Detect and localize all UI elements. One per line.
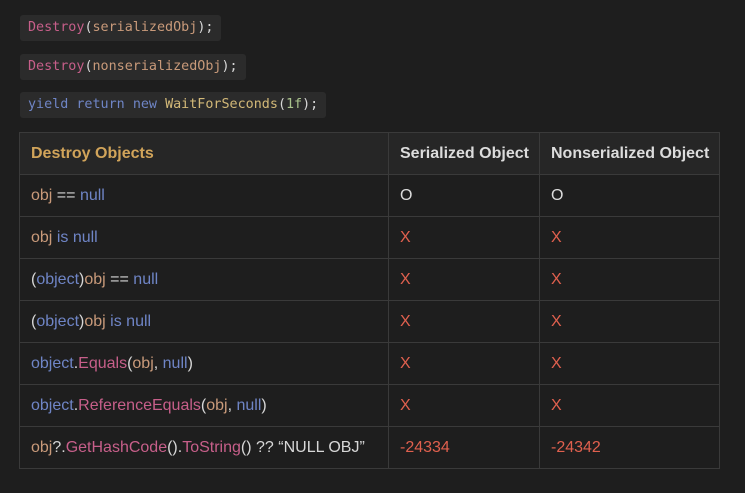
destroy-objects-table: Destroy Objects Serialized Object Nonser… <box>19 132 720 469</box>
header-destroy-objects: Destroy Objects <box>19 132 389 175</box>
serialized-result-cell: X <box>388 342 540 385</box>
expression-token: object <box>36 270 80 288</box>
expression-cell: object.ReferenceEquals(obj, null) <box>19 384 389 427</box>
nonserialized-result-cell: X <box>539 384 720 427</box>
table-body: obj == null O Oobj is null X X (object)obj ==… <box>19 174 720 469</box>
expression-token: , <box>153 354 163 372</box>
code-keyword-return: return <box>76 97 125 112</box>
expression-token: ToString <box>182 438 241 456</box>
nonserialized-result-cell: X <box>539 342 720 385</box>
code-paren-close: ); <box>197 20 214 35</box>
nonserialized-result-cell: X <box>539 258 720 301</box>
code-class-name: WaitForSeconds <box>165 97 278 112</box>
nonserialized-result-cell: X <box>539 300 720 343</box>
expression-token: object <box>31 354 74 372</box>
expression-token: is null <box>56 228 98 246</box>
expression-token: obj <box>84 312 106 330</box>
code-number: 1f <box>286 97 303 112</box>
expression-token: object <box>31 396 74 414</box>
serialized-result-cell: -24334 <box>388 426 540 469</box>
code-keyword-new: new <box>132 97 157 112</box>
serialized-result-cell: O <box>388 174 540 217</box>
expression-token: obj <box>31 438 53 456</box>
code-paren-open: ( <box>84 20 93 35</box>
serialized-result-cell: X <box>388 384 540 427</box>
code-line-yield-wait: yield return new WaitForSeconds(1f); <box>20 92 327 118</box>
code-line-destroy-serialized: Destroy(serializedObj); <box>20 15 222 41</box>
expression-token: () ?? <box>240 438 279 456</box>
table-header-row: Destroy Objects Serialized Object Nonser… <box>19 132 720 175</box>
expression-token: null <box>133 270 159 288</box>
table-row: (object)obj is null X X <box>19 300 720 343</box>
table-row: obj?.GetHashCode().ToString() ?? “NULL O… <box>19 426 720 469</box>
expression-token: ) <box>187 354 193 372</box>
expression-token: obj <box>84 270 106 288</box>
code-paren-close: ); <box>302 97 319 112</box>
expression-token: ) <box>261 396 267 414</box>
expression-token: object <box>36 312 80 330</box>
expression-token: GetHashCode <box>65 438 168 456</box>
expression-cell: object.Equals(obj, null) <box>19 342 389 385</box>
expression-cell: obj?.GetHashCode().ToString() ?? “NULL O… <box>19 426 389 469</box>
nonserialized-result-cell: -24342 <box>539 426 720 469</box>
expression-token: null <box>162 354 188 372</box>
code-keyword-yield: yield <box>28 97 69 112</box>
expression-cell: obj is null <box>19 216 389 259</box>
expression-token: null <box>79 186 105 204</box>
expression-token: obj <box>31 228 53 246</box>
expression-token: is null <box>110 312 152 330</box>
expression-token: Equals <box>78 354 128 372</box>
serialized-result-cell: X <box>388 258 540 301</box>
expression-token: == <box>105 270 134 288</box>
expression-cell: (object)obj == null <box>19 258 389 301</box>
code-paren-open: ( <box>277 97 286 112</box>
code-argument: serializedObj <box>92 20 198 35</box>
header-nonserialized-object: Nonserialized Object <box>539 132 720 175</box>
expression-token: “NULL OBJ” <box>278 438 365 456</box>
nonserialized-result-cell: O <box>539 174 720 217</box>
expression-token: == <box>52 186 80 204</box>
serialized-result-cell: X <box>388 216 540 259</box>
expression-token: obj <box>206 396 228 414</box>
table-row: object.Equals(obj, null) X X <box>19 342 720 385</box>
table-row: obj is null X X <box>19 216 720 259</box>
expression-token: (). <box>167 438 183 456</box>
code-argument: nonserializedObj <box>92 59 222 74</box>
code-paren-close: ); <box>221 59 238 74</box>
serialized-result-cell: X <box>388 300 540 343</box>
expression-cell: (object)obj is null <box>19 300 389 343</box>
code-function: Destroy <box>28 59 85 74</box>
code-line-destroy-nonserialized: Destroy(nonserializedObj); <box>20 54 246 80</box>
expression-token: obj <box>132 354 154 372</box>
code-paren-open: ( <box>84 59 93 74</box>
code-function: Destroy <box>28 20 85 35</box>
table-row: (object)obj == null X X <box>19 258 720 301</box>
expression-token: null <box>236 396 262 414</box>
nonserialized-result-cell: X <box>539 216 720 259</box>
header-serialized-object: Serialized Object <box>388 132 540 175</box>
expression-token: ReferenceEquals <box>78 396 201 414</box>
expression-cell: obj == null <box>19 174 389 217</box>
table-row: object.ReferenceEquals(obj, null) X X <box>19 384 720 427</box>
expression-token: ?. <box>52 438 66 456</box>
expression-token: obj <box>31 186 53 204</box>
table-row: obj == null O O <box>19 174 720 217</box>
